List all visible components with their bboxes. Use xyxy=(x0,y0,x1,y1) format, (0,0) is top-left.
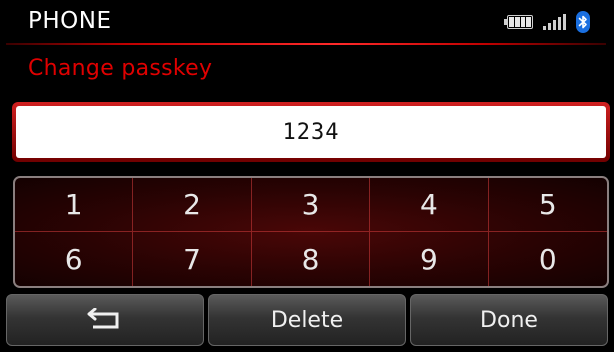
signal-strength-icon xyxy=(543,14,566,30)
key-5[interactable]: 5 xyxy=(488,178,607,232)
header-divider xyxy=(6,43,606,45)
status-icons xyxy=(504,11,590,33)
battery-icon xyxy=(504,15,533,29)
back-button[interactable] xyxy=(6,294,204,346)
passkey-field-frame: 1234 xyxy=(12,102,610,162)
key-3[interactable]: 3 xyxy=(251,178,371,232)
back-arrow-icon xyxy=(87,308,119,329)
page-title: PHONE xyxy=(28,8,112,34)
key-8[interactable]: 8 xyxy=(252,232,371,286)
phone-passkey-screen: PHONE Change passkey 1234 1 2 3 4 5 6 7 … xyxy=(0,0,614,352)
header-bar: PHONE xyxy=(0,0,614,45)
key-2[interactable]: 2 xyxy=(133,178,252,232)
key-7[interactable]: 7 xyxy=(133,232,252,286)
passkey-input[interactable]: 1234 xyxy=(16,106,606,158)
done-button[interactable]: Done xyxy=(410,294,608,346)
delete-button[interactable]: Delete xyxy=(208,294,406,346)
bottom-button-row: Delete Done xyxy=(6,294,608,346)
key-6[interactable]: 6 xyxy=(15,232,134,286)
bluetooth-icon xyxy=(576,11,590,33)
key-1[interactable]: 1 xyxy=(15,178,134,232)
key-9[interactable]: 9 xyxy=(370,232,489,286)
numeric-keypad: 1 2 3 4 5 6 7 8 9 0 xyxy=(13,176,609,288)
key-4[interactable]: 4 xyxy=(370,178,489,232)
page-subtitle: Change passkey xyxy=(28,56,213,81)
key-0[interactable]: 0 xyxy=(489,232,607,286)
